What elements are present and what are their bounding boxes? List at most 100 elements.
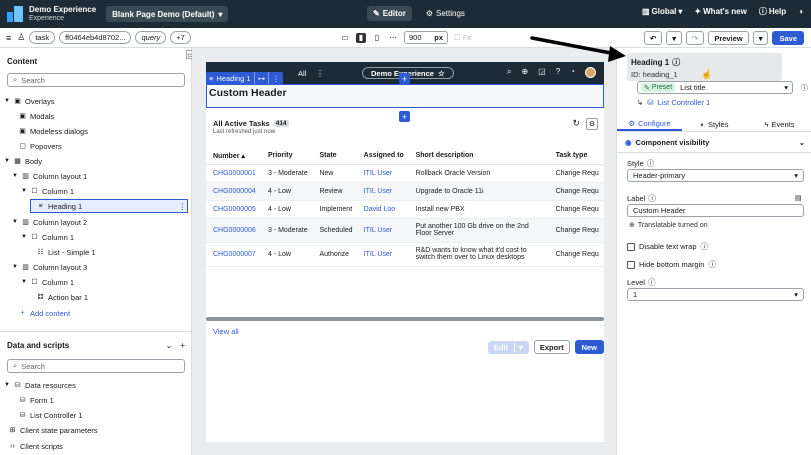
- avatar[interactable]: [585, 67, 596, 78]
- tree-item-modals[interactable]: ▣ Modals: [18, 109, 54, 123]
- checkbox-box[interactable]: [627, 242, 635, 251]
- tree-item-list-simple-1[interactable]: ☷ List - Simple 1: [36, 245, 95, 259]
- assigned-to-link[interactable]: David Loo: [356, 200, 409, 219]
- tree-item-action-bar-1[interactable]: ⚃ Action bar 1: [36, 290, 88, 304]
- desktop-viewport-icon[interactable]: ▭: [340, 33, 350, 43]
- tree-item-list-controller-1[interactable]: ⛁ List Controller 1: [18, 408, 83, 422]
- nav-more-icon[interactable]: ⋮: [316, 69, 324, 78]
- undo-button[interactable]: ↶: [643, 31, 663, 45]
- disable-text-wrap-checkbox[interactable]: Disable text wrap ⓘ: [627, 241, 708, 252]
- editor-mode-button[interactable]: ✎ Editor: [367, 6, 412, 21]
- preview-button[interactable]: Preview: [708, 31, 749, 45]
- help-icon[interactable]: ?: [556, 67, 560, 78]
- help-button[interactable]: ⓘ Help: [759, 6, 786, 17]
- redo-button[interactable]: ↷: [686, 31, 705, 45]
- tree-item-column-layout-3[interactable]: ▼ ▥ Column layout 3: [12, 260, 87, 274]
- tree-item-body[interactable]: ▼ ▦ Body: [4, 154, 42, 168]
- url-param-more-chip[interactable]: +7: [170, 31, 191, 44]
- list-controller-link[interactable]: ↳ ⛁ List Controller 1: [637, 98, 710, 107]
- tablet-viewport-icon[interactable]: ▮: [356, 32, 366, 43]
- table-row[interactable]: CHG0000004 4 - Low Review ITIL User Upgr…: [206, 182, 604, 201]
- table-row[interactable]: CHG0000006 3 - Moderate Scheduled ITIL U…: [206, 218, 604, 243]
- list-settings-gear-icon[interactable]: ⚙: [586, 118, 598, 130]
- url-param-chip-task[interactable]: task: [29, 31, 56, 44]
- selected-component-toolbar[interactable]: ≡ Heading 1 ⊶ ⋮: [206, 72, 283, 84]
- record-number-link[interactable]: CHG0000001: [206, 164, 261, 183]
- scrollbar-thumb[interactable]: [206, 317, 604, 321]
- assigned-to-link[interactable]: ITIL User: [356, 164, 409, 183]
- tree-item-column-1-c[interactable]: ▼ ☐ Column 1: [21, 275, 74, 289]
- settings-mode-button[interactable]: ⚙ Settings: [420, 6, 471, 21]
- column-header-number[interactable]: Number ▴: [206, 148, 261, 165]
- table-row[interactable]: CHG0000001 3 - Moderate New ITIL User Ro…: [206, 164, 604, 183]
- info-icon[interactable]: ⓘ: [708, 259, 716, 270]
- kebab-menu-icon[interactable]: ⋮: [179, 202, 187, 211]
- preset-dropdown[interactable]: ✎ Preset List title ▾: [637, 81, 793, 94]
- view-all-link[interactable]: View all: [213, 327, 239, 336]
- tree-item-form-1[interactable]: ⛁ Form 1: [18, 393, 54, 407]
- tree-item-data-resources[interactable]: ▼ ⛁ Data resources: [4, 378, 76, 392]
- record-number-link[interactable]: CHG0000004: [206, 182, 261, 201]
- kebab-menu-icon[interactable]: ⋮: [272, 74, 280, 83]
- save-button[interactable]: Save: [772, 31, 804, 45]
- page-selector[interactable]: Blank Page Demo (Default) ▾: [106, 6, 229, 22]
- add-component-below-icon[interactable]: +: [399, 111, 410, 122]
- preview-options-dropdown[interactable]: ▾: [752, 31, 769, 45]
- chat-icon[interactable]: ◲: [538, 67, 546, 78]
- assigned-to-link[interactable]: ITIL User: [356, 242, 409, 267]
- tree-item-column-1[interactable]: ▼ ☐ Column 1: [21, 184, 74, 198]
- mobile-viewport-icon[interactable]: ▯: [372, 33, 382, 43]
- export-button[interactable]: Export: [533, 340, 570, 354]
- tree-item-overlays[interactable]: ▼ ▣ Overlays: [4, 94, 55, 108]
- chevron-down-icon[interactable]: ⌄: [166, 341, 173, 350]
- record-number-link[interactable]: CHG0000006: [206, 218, 261, 243]
- tab-events[interactable]: ϟ Events: [747, 118, 811, 131]
- assigned-to-link[interactable]: ITIL User: [356, 182, 409, 201]
- tree-item-column-1-b[interactable]: ▼ ☐ Column 1: [21, 230, 74, 244]
- column-header-short-description[interactable]: Short description: [408, 148, 549, 165]
- tree-item-popovers[interactable]: ▢ Popovers: [18, 139, 62, 153]
- assigned-to-link[interactable]: ITIL User: [356, 218, 409, 243]
- info-icon[interactable]: ⓘ: [648, 277, 656, 288]
- nav-all-menu[interactable]: All: [298, 69, 306, 78]
- info-icon[interactable]: ⓘ: [648, 193, 656, 204]
- user-icon[interactable]: ♙: [17, 32, 25, 43]
- checkbox-box[interactable]: [627, 260, 635, 269]
- level-select[interactable]: 1 ▾: [627, 288, 804, 301]
- component-tree-icon[interactable]: ⊶: [258, 74, 266, 83]
- fit-checkbox[interactable]: ☐ Fit: [454, 33, 471, 42]
- whats-new-button[interactable]: ✦ What's new: [694, 7, 746, 16]
- more-options-icon[interactable]: ⋯: [388, 33, 398, 43]
- heading-component[interactable]: Custom Header: [206, 84, 604, 108]
- tree-item-client-state-parameters[interactable]: ⊞ Client state parameters: [8, 423, 98, 437]
- global-scope-button[interactable]: ▥ Global ▾: [642, 7, 682, 16]
- info-icon[interactable]: ⓘ: [672, 57, 680, 68]
- column-header-task-type[interactable]: Task type: [548, 148, 604, 165]
- theme-toggle-button[interactable]: ◑: [798, 7, 803, 16]
- info-icon[interactable]: ⓘ: [701, 241, 709, 252]
- horizontal-scrollbar[interactable]: [206, 317, 604, 321]
- record-number-link[interactable]: CHG0000007: [206, 242, 261, 267]
- translate-icon[interactable]: ▤: [795, 194, 802, 202]
- column-header-assigned-to[interactable]: Assigned to: [356, 148, 409, 165]
- table-row[interactable]: CHG0000007 4 - Low Authorize ITIL User R…: [206, 242, 604, 267]
- canvas-width-input[interactable]: 900 px: [404, 31, 448, 44]
- content-search-input[interactable]: ⌕ Search: [7, 73, 185, 87]
- url-param-chip-sysid[interactable]: ff0464eb4d8702...: [59, 31, 132, 44]
- search-icon[interactable]: ⌕: [507, 67, 511, 78]
- tree-item-heading-1[interactable]: ≡ Heading 1 ⋮: [36, 199, 186, 213]
- app-title-block[interactable]: Demo Experience Experience: [29, 5, 96, 23]
- data-search-input[interactable]: ⌕ Search: [7, 359, 185, 373]
- column-header-priority[interactable]: Priority: [260, 148, 313, 165]
- info-icon[interactable]: ⓘ: [647, 158, 655, 169]
- add-component-above-icon[interactable]: +: [399, 73, 410, 84]
- add-content-link[interactable]: + Add content: [18, 306, 70, 320]
- hide-bottom-margin-checkbox[interactable]: Hide bottom margin ⓘ: [627, 259, 716, 270]
- globe-icon[interactable]: ⊕: [521, 67, 528, 78]
- tree-item-modeless-dialogs[interactable]: ▣ Modeless dialogs: [18, 124, 88, 138]
- tree-item-column-layout-1[interactable]: ▼ ▥ Column layout 1: [12, 169, 87, 183]
- menu-icon[interactable]: ≡: [6, 33, 11, 43]
- edit-button[interactable]: Edit ▾: [487, 340, 529, 354]
- column-header-state[interactable]: State: [312, 148, 357, 165]
- record-number-link[interactable]: CHG0000005: [206, 200, 261, 219]
